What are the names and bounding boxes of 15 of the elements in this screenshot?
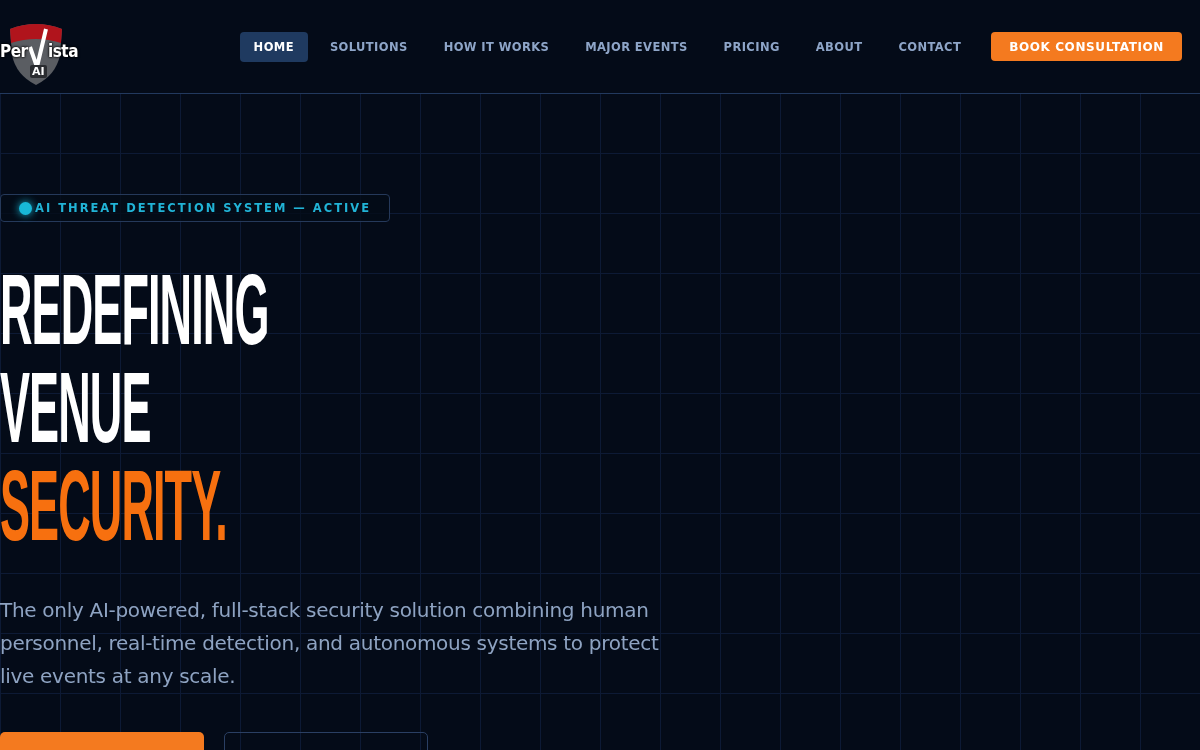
nav-tab[interactable]: HOW IT WORKS (429, 31, 564, 62)
nav-tab[interactable]: MAJOR EVENTS (571, 31, 702, 62)
headline-line: REDEFINING (0, 260, 269, 358)
nav-tab[interactable]: SOLUTIONS (315, 31, 422, 62)
logo-text: ista (48, 40, 78, 61)
status-text: AI THREAT DETECTION SYSTEM — ACTIVE (35, 201, 372, 215)
nav-tab[interactable]: HOME (239, 31, 308, 62)
nav-tab[interactable]: PRICING (709, 31, 794, 62)
nav-tab[interactable]: ABOUT (801, 31, 877, 62)
logo[interactable]: Per ista AI (0, 6, 76, 87)
headline-line: VENUE (0, 358, 151, 456)
intro-paragraph: The only AI-powered, full-stack security solution combining human personnel, real-time detection, and autonomous systems to protect live events at any scale. (0, 597, 660, 690)
logo-text: Per (0, 40, 28, 61)
nav-tab[interactable]: CONTACT (884, 31, 976, 62)
headline-line: SECURITY. (0, 456, 227, 554)
